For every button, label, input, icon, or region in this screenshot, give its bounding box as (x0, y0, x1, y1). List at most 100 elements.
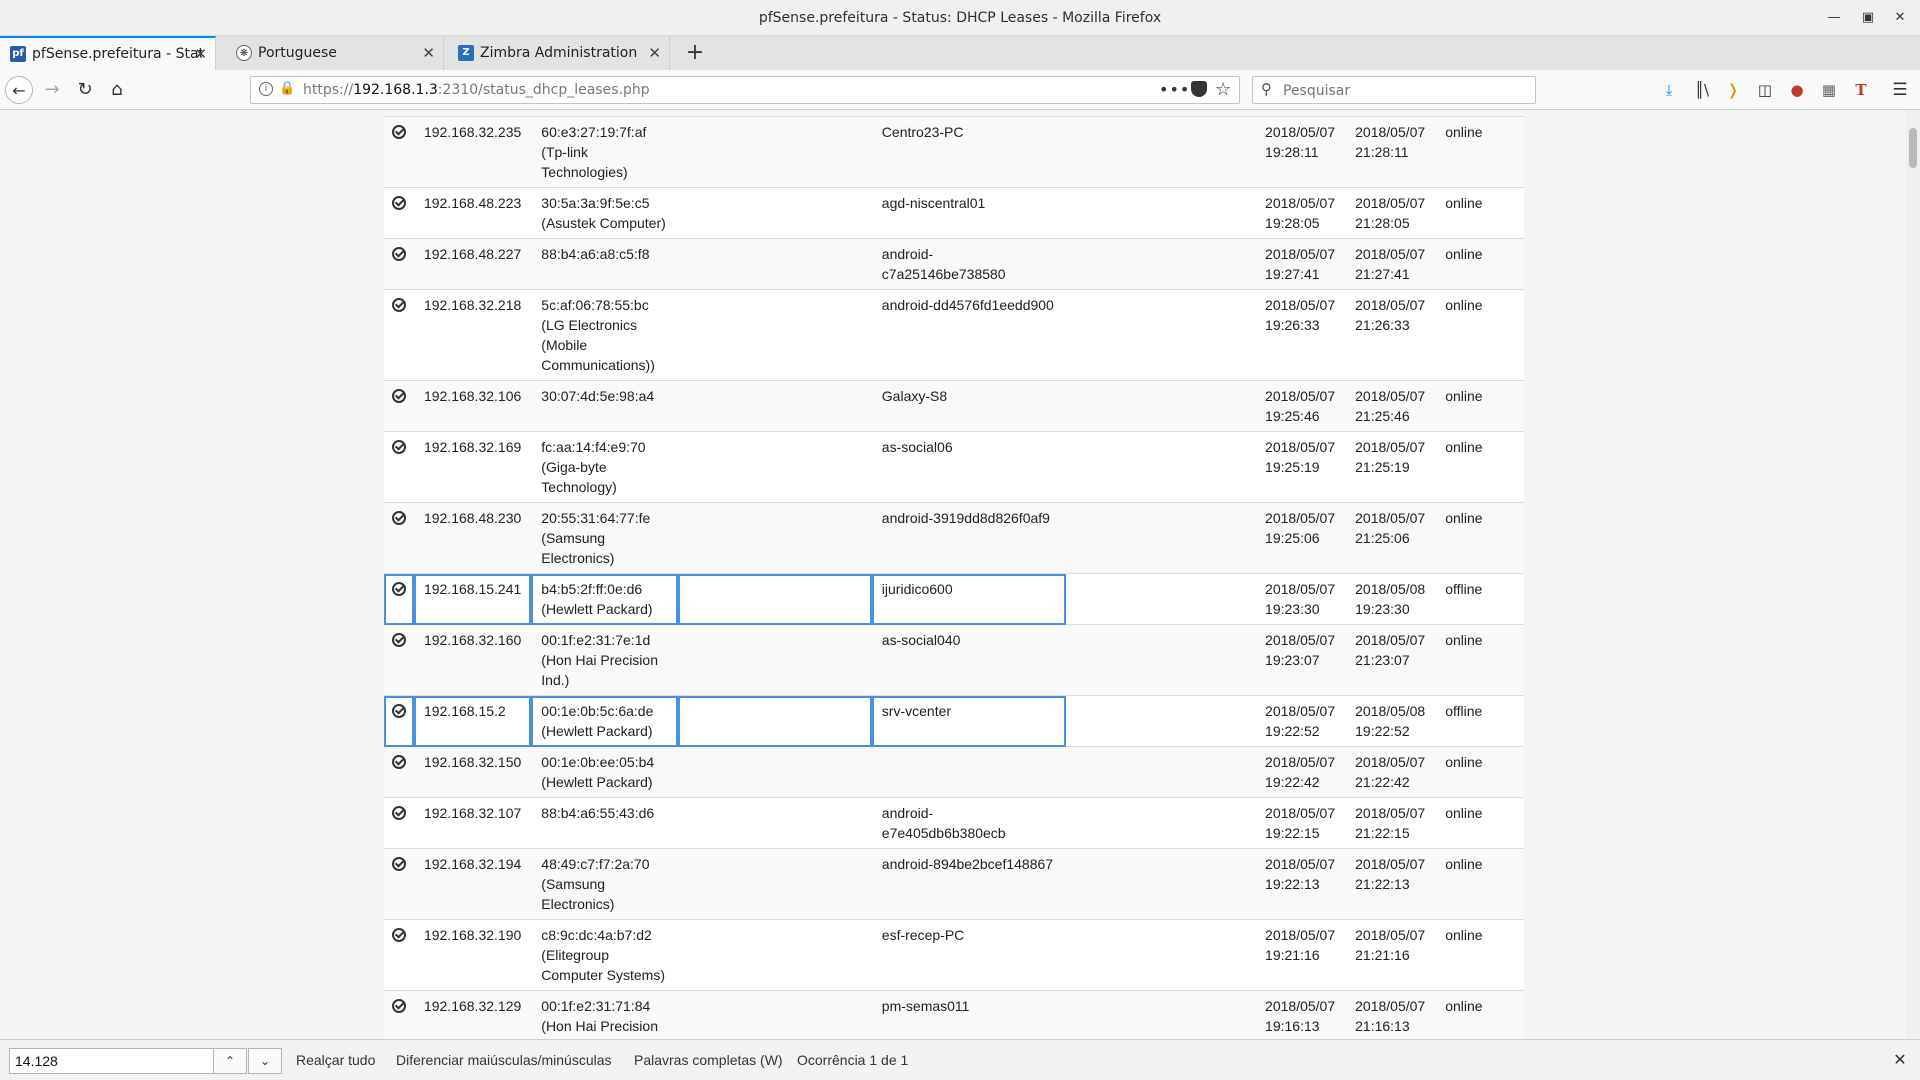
lease-start: 2018/05/07 19:21:16 (1255, 919, 1346, 991)
page-scrollbar[interactable] (1906, 110, 1920, 1039)
rss-icon[interactable]: ❭ (1723, 80, 1743, 100)
page-actions-icon[interactable]: ••• (1159, 77, 1190, 103)
tab-pfsense[interactable]: pf pfSense.prefeitura - Stat ✕ (0, 36, 216, 70)
lease-start: 2018/05/07 19:28:11 (1255, 116, 1346, 188)
window-title: pfSense.prefeitura - Status: DHCP Leases… (758, 10, 1162, 26)
find-input[interactable] (9, 1048, 214, 1074)
lease-row: 192.168.32.160 00:1f:e2:31:7e:1d (Hon Hai… (384, 624, 1524, 696)
lease-end: 2018/05/07 21:27:41 (1345, 238, 1436, 290)
lease-description (1066, 695, 1256, 747)
lease-description (1066, 746, 1256, 798)
lease-status-icon-cell (384, 797, 414, 849)
back-button[interactable]: ← (5, 76, 33, 104)
translate-extension-icon[interactable]: T (1851, 80, 1871, 100)
highlight-all-option[interactable]: Realçar tudo (296, 1040, 375, 1080)
lease-blank-cell (678, 919, 872, 991)
tab-label: Portuguese (258, 45, 337, 61)
lease-description (1066, 502, 1256, 574)
minimize-icon[interactable]: — (1818, 0, 1850, 36)
close-tab-icon[interactable]: ✕ (422, 36, 435, 70)
menu-icon[interactable]: ☰ (1890, 80, 1910, 100)
tab-zimbra[interactable]: Z Zimbra Administration ✕ (448, 36, 670, 70)
lease-ip: 192.168.32.150 (413, 746, 532, 798)
lease-hostname: Galaxy-S8 (871, 380, 1067, 432)
lease-status-icon-cell (384, 919, 414, 991)
bookmark-star-icon[interactable]: ☆ (1215, 77, 1231, 103)
lease-hostname: pm-semas011 (871, 990, 1067, 1039)
lease-end: 2018/05/07 21:16:13 (1345, 990, 1436, 1039)
reload-button[interactable]: ↻ (71, 76, 99, 104)
lease-ip: 192.168.32.190 (413, 919, 532, 991)
lease-ip: 192.168.32.194 (413, 848, 532, 920)
new-tab-button[interactable]: + (680, 36, 710, 70)
find-next-button[interactable]: ⌄ (248, 1048, 282, 1074)
lease-end: 2018/05/07 21:25:06 (1345, 502, 1436, 574)
search-input[interactable] (1283, 81, 1523, 101)
tab-strip: pf pfSense.prefeitura - Stat ✕ ❋ Portugues… (0, 36, 1920, 70)
sidebar-icon[interactable]: ◫ (1755, 80, 1775, 100)
close-tab-icon[interactable]: ✕ (648, 36, 661, 70)
lease-hostname: as-social040 (871, 624, 1067, 696)
lease-start: 2018/05/07 19:22:13 (1255, 848, 1346, 920)
lease-start: 2018/05/07 19:23:30 (1255, 573, 1346, 625)
window-titlebar: pfSense.prefeitura - Status: DHCP Leases… (0, 0, 1920, 36)
home-button[interactable]: ⌂ (103, 76, 131, 104)
lease-description (1066, 431, 1256, 503)
info-icon[interactable]: i (259, 82, 273, 96)
search-bar[interactable]: ⚲ (1252, 76, 1536, 104)
lease-end: 2018/05/07 21:28:05 (1345, 187, 1436, 239)
pocket-icon[interactable] (1191, 81, 1207, 97)
url-bar[interactable]: i 🔒 https://192.168.1.3:2310/status_dhcp… (250, 76, 1240, 104)
lease-start: 2018/05/07 19:25:06 (1255, 502, 1346, 574)
lease-blank-cell (678, 116, 872, 188)
lease-end: 2018/05/08 19:22:52 (1345, 695, 1436, 747)
find-previous-button[interactable]: ⌃ (213, 1048, 247, 1074)
lease-hostname (871, 746, 1067, 798)
pfsense-favicon-icon: pf (10, 46, 26, 62)
lease-blank-cell (678, 431, 872, 503)
forward-button[interactable]: → (38, 76, 66, 104)
lease-status: offline (1435, 695, 1524, 747)
check-circle-icon (392, 196, 406, 210)
lease-end: 2018/05/07 21:28:11 (1345, 116, 1436, 188)
lease-description (1066, 238, 1256, 290)
lock-warning-icon[interactable]: 🔒 (279, 81, 295, 96)
lease-start: 2018/05/07 19:22:15 (1255, 797, 1346, 849)
lease-start: 2018/05/07 19:25:19 (1255, 431, 1346, 503)
lease-status-icon-cell (384, 289, 414, 381)
match-case-option[interactable]: Diferenciar maiúsculas/minúsculas (396, 1040, 612, 1080)
lease-row: 192.168.32.190 c8:9c:dc:4a:b7:d2 (Elitegr… (384, 919, 1524, 991)
lease-status-icon-cell (384, 848, 414, 920)
whole-words-option[interactable]: Palavras completas (W) (634, 1040, 783, 1080)
lease-description (1066, 624, 1256, 696)
lease-mac: 30:07:4d:5e:98:a4 (531, 380, 679, 432)
lease-ip: 192.168.15.241 (413, 573, 532, 625)
lease-hostname: android-c7a25146be738580 (871, 238, 1067, 290)
search-icon: ⚲ (1261, 80, 1272, 98)
maximize-icon[interactable]: ▣ (1852, 0, 1884, 36)
lease-mac: 48:49:c7:f7:2a:70 (Samsung Electronics) (531, 848, 679, 920)
close-tab-icon[interactable]: ✕ (194, 38, 207, 70)
lease-blank-cell (678, 289, 872, 381)
lease-hostname: android-dd4576fd1eedd900 (871, 289, 1067, 381)
library-icon[interactable]: ║\ (1692, 80, 1712, 100)
check-circle-icon (392, 389, 406, 403)
tab-portuguese[interactable]: ❋ Portuguese ✕ (226, 36, 444, 70)
extension-2-icon[interactable]: ▦ (1819, 80, 1839, 100)
lease-end: 2018/05/07 21:21:16 (1345, 919, 1436, 991)
lease-row: 192.168.32.150 00:1e:0b:ee:05:b4 (Hewlett… (384, 746, 1524, 798)
downloads-icon[interactable]: ⤓ (1659, 80, 1679, 100)
extension-icon[interactable]: ● (1787, 80, 1807, 100)
lease-status: online (1435, 919, 1524, 991)
check-circle-icon (392, 247, 406, 261)
close-find-bar-icon[interactable]: ✕ (1885, 1040, 1915, 1080)
scrollbar-thumb[interactable] (1909, 128, 1917, 168)
lease-row: 192.168.32.106 30:07:4d:5e:98:a4 Galaxy-S8… (384, 380, 1524, 432)
lease-mac: 20:55:31:64:77:fe (Samsung Electronics) (531, 502, 679, 574)
close-window-icon[interactable]: ✕ (1884, 0, 1916, 36)
lease-description (1066, 289, 1256, 381)
lease-ip: 192.168.32.106 (413, 380, 532, 432)
lease-status: online (1435, 116, 1524, 188)
lease-mac: 00:1f:e2:31:71:84 (Hon Hai Precision Ind… (531, 990, 679, 1039)
check-circle-icon (392, 755, 406, 769)
